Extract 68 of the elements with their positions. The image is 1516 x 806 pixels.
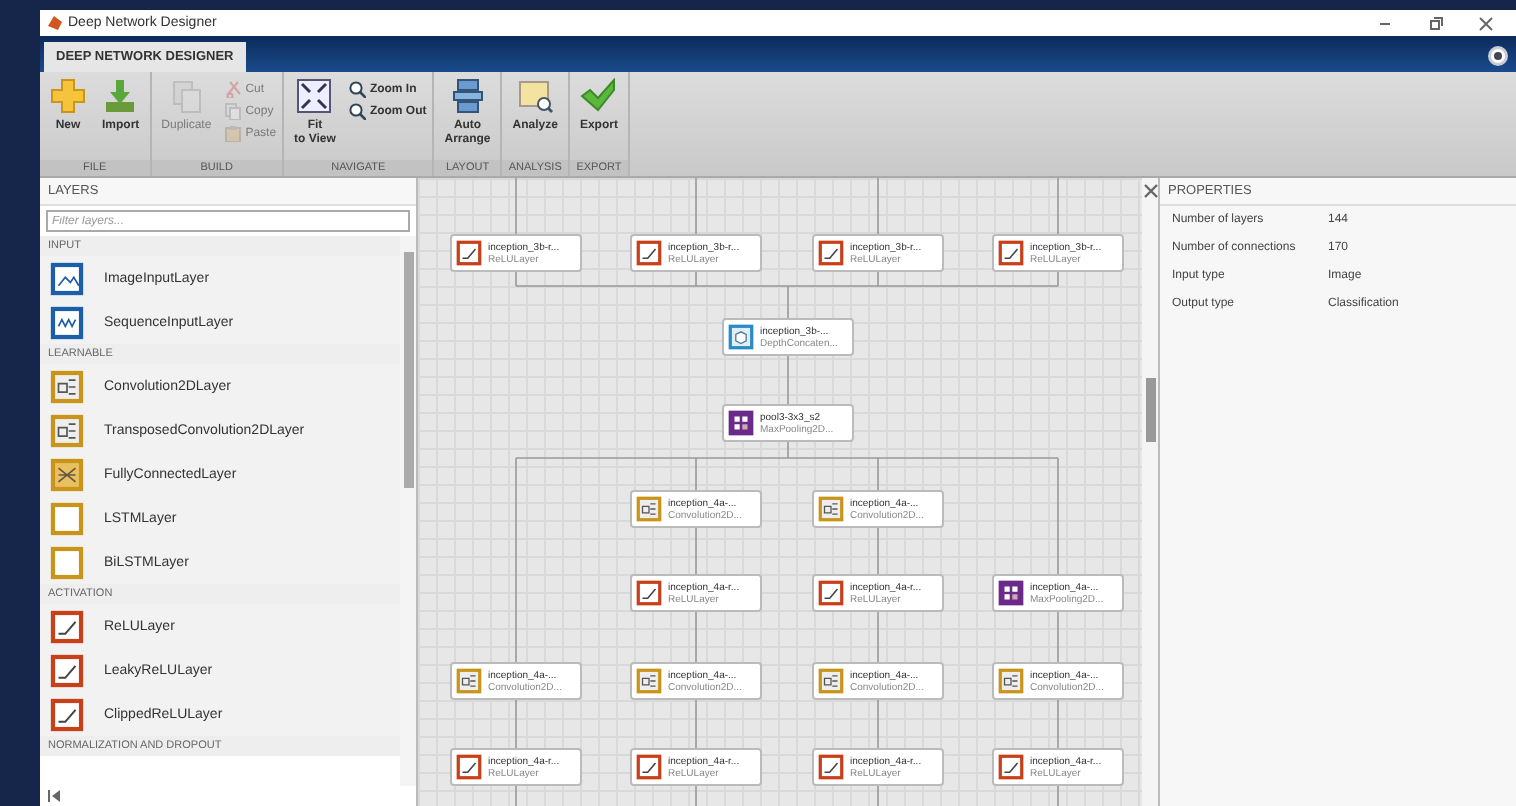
connector-line [695,178,697,235]
connector-line [877,699,879,749]
ramp-icon [998,240,1024,266]
filter-grid-icon [636,668,662,694]
connector-line [695,527,697,575]
scrollbar-thumb[interactable] [1145,378,1155,442]
ramp-icon [818,580,844,606]
connector-line [695,699,697,749]
filter-grid-icon [818,496,844,522]
checkmark-icon [580,78,617,114]
square-icon [50,501,84,535]
connector-line [515,699,517,749]
magnifier-report-icon [517,78,554,114]
stacked-blocks-icon [449,78,486,114]
clipboard-icon [223,124,242,142]
ramp-icon [636,754,662,780]
connector-line [695,611,697,663]
connector-line [515,178,517,235]
zoom-out-icon [347,102,366,120]
connector-line [695,785,697,806]
collapse-icon[interactable] [1143,184,1157,198]
ramp-icon [818,240,844,266]
scissors-icon [223,80,242,98]
filter-grid-icon [636,496,662,522]
filter-grid-icon [456,668,482,694]
image-icon [50,261,84,295]
zoom-in-icon [347,80,366,98]
filter-grid-icon [998,668,1024,694]
pages-icon [223,102,242,120]
close-icon [1478,15,1494,31]
ramp-icon [636,240,662,266]
fit-to-view-icon [296,78,333,114]
ramp-icon [636,580,662,606]
connector-line [877,527,879,575]
filter-grid-icon [50,413,84,447]
pooling-grid-icon [728,410,754,436]
wave-icon [50,305,84,339]
connector-line [877,611,879,663]
filter-grid-icon [818,668,844,694]
help-button[interactable] [1488,46,1508,66]
filter-grid-icon [50,369,84,403]
ramp-icon [50,609,84,643]
square-icon [50,545,84,579]
collapse-icon [48,790,60,802]
connector-line [1057,611,1059,663]
pooling-grid-icon [998,580,1024,606]
restore-icon [1428,15,1444,31]
connector-line [1057,178,1059,235]
connector-line [877,178,879,235]
plus-icon [50,78,86,114]
download-icon [102,78,139,114]
ramp-icon [818,754,844,780]
connector-line [515,785,517,806]
ramp-icon [456,754,482,780]
cross-lines-icon [50,457,84,491]
app-logo-icon [48,16,62,30]
connector-line [1057,785,1059,806]
ramp-icon [50,697,84,731]
cube-icon [728,324,754,350]
ramp-icon [456,240,482,266]
connector-line [1057,699,1059,749]
ramp-icon [998,754,1024,780]
help-icon [1488,46,1508,66]
scrollbar[interactable] [400,236,416,786]
connector-line [877,785,879,806]
ramp-icon [50,653,84,687]
pages-icon [168,78,205,114]
connector-line [787,355,789,405]
